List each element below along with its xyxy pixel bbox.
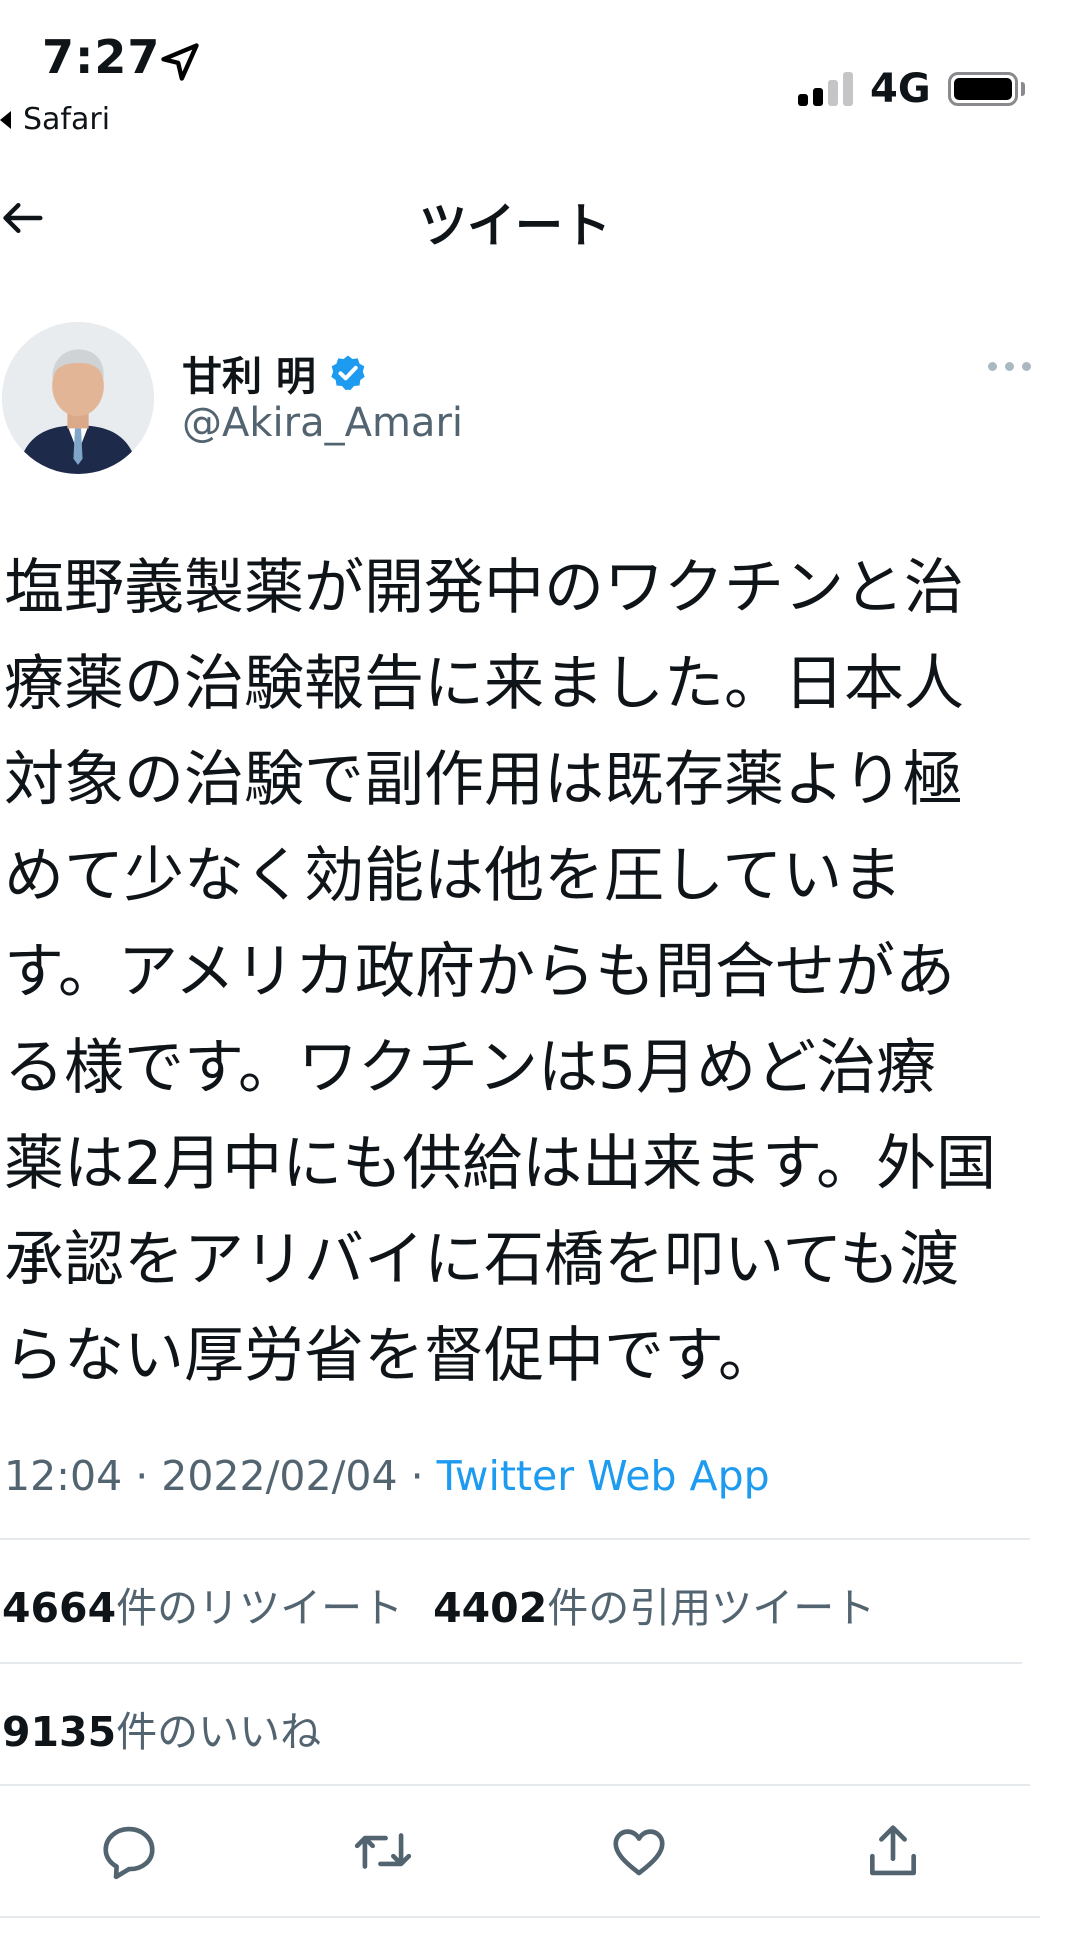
divider bbox=[0, 1538, 1030, 1540]
avatar[interactable] bbox=[2, 322, 154, 474]
quotes-count: 4402 bbox=[433, 1584, 548, 1632]
likes-stat[interactable]: 9135件のいいね bbox=[2, 1698, 321, 1758]
tweet-timestamp[interactable]: 12:04 · 2022/02/04 · bbox=[4, 1452, 437, 1500]
back-app-label: Safari bbox=[23, 102, 111, 137]
tweet-line: 療薬の治験報告に来ました。日本人 bbox=[4, 649, 964, 719]
reply-icon[interactable] bbox=[98, 1820, 160, 1882]
location-arrow-icon bbox=[161, 43, 199, 81]
retweets-stat[interactable]: 4664件のリツイート bbox=[2, 1574, 403, 1634]
divider bbox=[0, 1784, 1030, 1786]
retweets-label: 件のリツイート bbox=[116, 1584, 404, 1632]
tweet-line: めて少なく効能は他を圧していま bbox=[4, 841, 903, 911]
quotes-stat[interactable]: 4402件の引用ツイート bbox=[433, 1574, 875, 1634]
more-options-icon[interactable] bbox=[988, 362, 1031, 371]
retweet-icon[interactable] bbox=[352, 1820, 414, 1882]
status-time: 7:27 bbox=[42, 30, 161, 84]
retweets-count: 4664 bbox=[2, 1584, 117, 1632]
divider bbox=[0, 1662, 1022, 1664]
tweet-line: 承認をアリバイに石橋を叩いても渡 bbox=[4, 1225, 960, 1295]
tweet-line: 塩野義製薬が開発中のワクチンと治 bbox=[4, 553, 964, 623]
tweet-line: 薬は2月中にも供給は出来ます。外国 bbox=[4, 1129, 997, 1199]
battery-icon bbox=[948, 72, 1018, 106]
tweet-line: す。アメリカ政府からも問合せがあ bbox=[4, 937, 955, 1007]
tweet-line: らない厚労省を督促中です。 bbox=[4, 1321, 778, 1391]
tweet-line: る様です。ワクチンは5月めど治療 bbox=[4, 1033, 937, 1103]
avatar-portrait bbox=[2, 322, 154, 474]
divider bbox=[0, 1916, 1040, 1918]
back-to-safari[interactable]: Safari bbox=[0, 102, 110, 137]
tweet-source-link[interactable]: Twitter Web App bbox=[437, 1452, 770, 1500]
tweet-meta: 12:04 · 2022/02/04 · Twitter Web App bbox=[4, 1452, 770, 1500]
display-name[interactable]: 甘利 明 bbox=[182, 344, 368, 402]
like-icon[interactable] bbox=[608, 1820, 670, 1882]
user-handle[interactable]: @Akira_Amari bbox=[182, 400, 463, 446]
stats-row: 4664件のリツイート 4402件の引用ツイート bbox=[2, 1574, 875, 1634]
share-icon[interactable] bbox=[862, 1820, 924, 1882]
likes-count: 9135 bbox=[2, 1708, 117, 1756]
back-triangle-icon bbox=[0, 110, 11, 129]
battery-cap bbox=[1021, 82, 1025, 96]
display-name-text: 甘利 明 bbox=[182, 354, 316, 400]
page-title: ツイート bbox=[418, 198, 611, 254]
network-type: 4G bbox=[870, 66, 931, 112]
quotes-label: 件の引用ツイート bbox=[547, 1584, 876, 1632]
stats-row: 9135件のいいね bbox=[2, 1698, 321, 1758]
verified-badge-icon bbox=[331, 355, 365, 391]
tweet-text: 塩野義製薬が開発中のワクチンと治 療薬の治験報告に来ました。日本人 対象の治験で… bbox=[4, 540, 1036, 1404]
signal-bars-icon bbox=[798, 70, 853, 106]
likes-label: 件のいいね bbox=[116, 1708, 322, 1756]
tweet-line: 対象の治験で副作用は既存薬より極 bbox=[4, 745, 963, 815]
